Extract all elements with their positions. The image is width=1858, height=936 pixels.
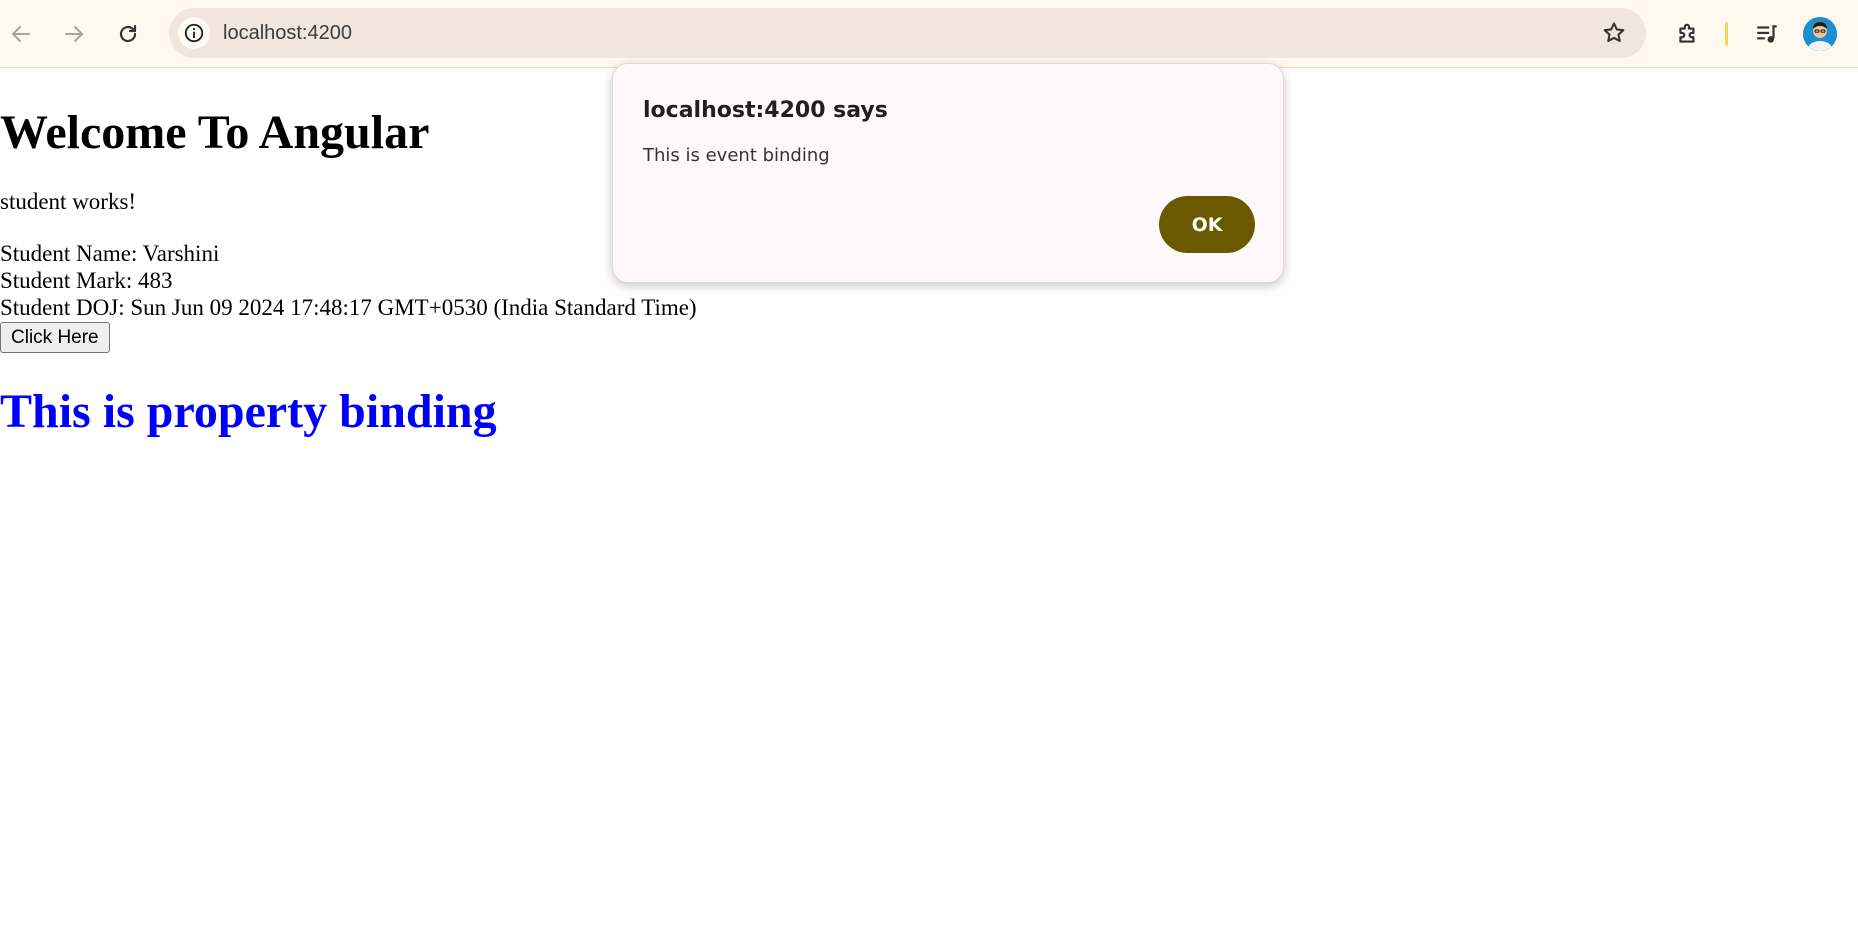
profile-picture [1803,17,1837,51]
address-bar[interactable]: localhost:4200 [169,8,1646,58]
reload-icon [119,24,137,43]
click-here-button[interactable]: Click Here [0,322,110,353]
url-text[interactable]: localhost:4200 [223,8,352,58]
reload-button[interactable] [110,16,146,52]
bookmark-button[interactable] [1600,19,1628,47]
browser-toolbar: localhost:4200 [0,0,1858,68]
puzzle-piece-icon [1679,23,1695,43]
student-doj: Student DOJ: Sun Jun 09 2024 17:48:17 GM… [0,295,697,320]
media-queue-icon [1757,25,1777,43]
student-name: Student Name: Varshini [0,241,220,266]
page-title: Welcome To Angular [0,106,430,159]
toolbar-divider [1725,22,1728,46]
alert-dialog: localhost:4200 says This is event bindin… [612,63,1284,283]
property-binding-heading: This is property binding [0,385,497,438]
forward-arrow-icon [65,26,83,42]
star-icon [1603,22,1625,43]
forward-button[interactable] [56,16,92,52]
dialog-message: This is event binding [643,145,830,166]
student-mark: Student Mark: 483 [0,268,173,293]
back-arrow-icon [12,26,30,42]
back-button[interactable] [3,16,39,52]
avatar[interactable] [1803,17,1837,51]
extensions-button[interactable] [1670,16,1706,52]
site-info-button[interactable] [178,17,210,49]
media-controls-button[interactable] [1749,16,1785,52]
ok-button[interactable]: OK [1159,196,1255,253]
info-icon [184,23,204,43]
dialog-title: localhost:4200 says [643,98,888,123]
component-works-text: student works! [0,189,137,214]
